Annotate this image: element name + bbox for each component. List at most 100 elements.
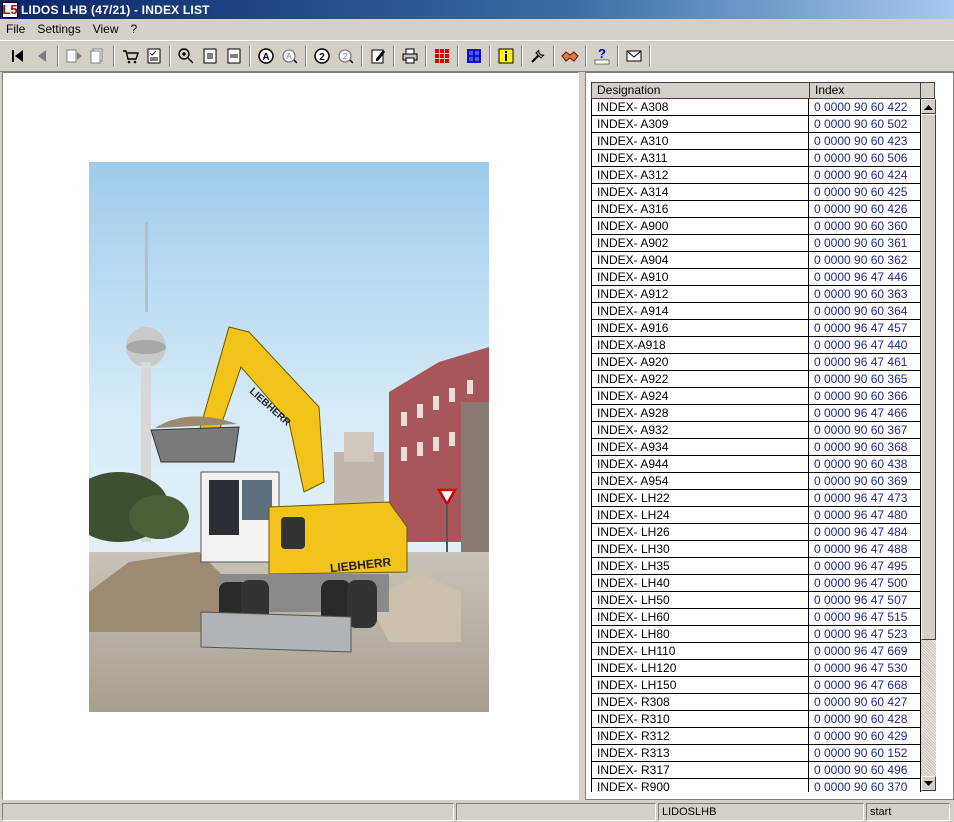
info-icon[interactable] bbox=[495, 45, 517, 67]
edit-note-icon[interactable] bbox=[367, 45, 389, 67]
table-row[interactable]: INDEX- A912 0 0000 90 60 363 bbox=[591, 286, 921, 303]
grid-blue-icon[interactable] bbox=[463, 45, 485, 67]
table-row[interactable]: INDEX- A932 0 0000 90 60 367 bbox=[591, 422, 921, 439]
table-row[interactable]: INDEX- A310 0 0000 90 60 423 bbox=[591, 133, 921, 150]
cell-index: 0 0000 90 60 369 bbox=[809, 473, 921, 489]
table-row[interactable]: INDEX- R308 0 0000 90 60 427 bbox=[591, 694, 921, 711]
cell-designation: INDEX- LH50 bbox=[591, 592, 809, 608]
table-row[interactable]: INDEX- LH120 0 0000 96 47 530 bbox=[591, 660, 921, 677]
table-row[interactable]: INDEX- R310 0 0000 90 60 428 bbox=[591, 711, 921, 728]
table-row[interactable]: INDEX- A920 0 0000 96 47 461 bbox=[591, 354, 921, 371]
print-icon[interactable] bbox=[399, 45, 421, 67]
scroll-down-button[interactable] bbox=[921, 776, 936, 791]
cell-designation: INDEX- A928 bbox=[591, 405, 809, 421]
table-row[interactable]: INDEX- A902 0 0000 90 60 361 bbox=[591, 235, 921, 252]
cell-designation: INDEX- A312 bbox=[591, 167, 809, 183]
table-row[interactable]: INDEX- A904 0 0000 90 60 362 bbox=[591, 252, 921, 269]
previous-page-icon[interactable] bbox=[31, 45, 53, 67]
table-row[interactable]: INDEX- LH110 0 0000 96 47 669 bbox=[591, 643, 921, 660]
checklist-icon[interactable] bbox=[143, 45, 165, 67]
tools-icon[interactable] bbox=[527, 45, 549, 67]
svg-text:A: A bbox=[262, 52, 269, 63]
search-2-next-icon[interactable]: 2 bbox=[335, 45, 357, 67]
cell-index: 0 0000 90 60 424 bbox=[809, 167, 921, 183]
menu-file[interactable]: File bbox=[0, 22, 31, 36]
toolbar-separator bbox=[305, 45, 307, 67]
column-header-designation[interactable]: Designation bbox=[592, 83, 810, 98]
table-row[interactable]: INDEX- R312 0 0000 90 60 429 bbox=[591, 728, 921, 745]
cell-designation: INDEX- LH35 bbox=[591, 558, 809, 574]
table-row[interactable]: INDEX- A916 0 0000 96 47 457 bbox=[591, 320, 921, 337]
table-row[interactable]: INDEX- LH24 0 0000 96 47 480 bbox=[591, 507, 921, 524]
table-row[interactable]: INDEX- A314 0 0000 90 60 425 bbox=[591, 184, 921, 201]
table-row[interactable]: INDEX- A312 0 0000 90 60 424 bbox=[591, 167, 921, 184]
table-row[interactable]: INDEX- LH50 0 0000 96 47 507 bbox=[591, 592, 921, 609]
status-panel-mode: start bbox=[866, 803, 950, 821]
cell-designation: INDEX- LH150 bbox=[591, 677, 809, 693]
table-row[interactable]: INDEX- A311 0 0000 90 60 506 bbox=[591, 150, 921, 167]
table-row[interactable]: INDEX- LH26 0 0000 96 47 484 bbox=[591, 524, 921, 541]
search-2-icon[interactable]: 2 bbox=[311, 45, 333, 67]
table-row[interactable]: INDEX- A954 0 0000 90 60 369 bbox=[591, 473, 921, 490]
table-row[interactable]: INDEX- A316 0 0000 90 60 426 bbox=[591, 201, 921, 218]
vertical-scrollbar[interactable] bbox=[921, 99, 936, 791]
search-a-next-icon[interactable]: A bbox=[279, 45, 301, 67]
table-row[interactable]: INDEX- LH22 0 0000 96 47 473 bbox=[591, 490, 921, 507]
menu-view[interactable]: View bbox=[87, 22, 125, 36]
table-row[interactable]: INDEX- A308 0 0000 90 60 422 bbox=[591, 99, 921, 116]
table-row[interactable]: INDEX- A944 0 0000 90 60 438 bbox=[591, 456, 921, 473]
cell-index: 0 0000 90 60 366 bbox=[809, 388, 921, 404]
table-row[interactable]: INDEX- LH150 0 0000 96 47 668 bbox=[591, 677, 921, 694]
table-row[interactable]: INDEX- LH35 0 0000 96 47 495 bbox=[591, 558, 921, 575]
cell-designation: INDEX- A912 bbox=[591, 286, 809, 302]
table-row[interactable]: INDEX- LH40 0 0000 96 47 500 bbox=[591, 575, 921, 592]
cell-index: 0 0000 90 60 422 bbox=[809, 99, 921, 115]
table-row[interactable]: INDEX- LH30 0 0000 96 47 488 bbox=[591, 541, 921, 558]
table-row[interactable]: INDEX- LH60 0 0000 96 47 515 bbox=[591, 609, 921, 626]
table-row[interactable]: INDEX- LH80 0 0000 96 47 523 bbox=[591, 626, 921, 643]
table-row[interactable]: INDEX- A914 0 0000 90 60 364 bbox=[591, 303, 921, 320]
cell-designation: INDEX- R312 bbox=[591, 728, 809, 744]
table-row[interactable]: INDEX- A309 0 0000 90 60 502 bbox=[591, 116, 921, 133]
cell-index: 0 0000 90 60 496 bbox=[809, 762, 921, 778]
scroll-track[interactable] bbox=[921, 640, 936, 776]
cell-index: 0 0000 96 47 484 bbox=[809, 524, 921, 540]
table-row[interactable]: INDEX- A922 0 0000 90 60 365 bbox=[591, 371, 921, 388]
table-row[interactable]: INDEX- A910 0 0000 96 47 446 bbox=[591, 269, 921, 286]
menu-help[interactable]: ? bbox=[125, 22, 144, 36]
zoom-in-icon[interactable] bbox=[175, 45, 197, 67]
cell-index: 0 0000 90 60 438 bbox=[809, 456, 921, 472]
grid-red-icon[interactable] bbox=[431, 45, 453, 67]
cell-index: 0 0000 90 60 506 bbox=[809, 150, 921, 166]
table-row[interactable]: INDEX- R317 0 0000 90 60 496 bbox=[591, 762, 921, 779]
next-doc-icon[interactable] bbox=[63, 45, 85, 67]
table-row[interactable]: INDEX- R313 0 0000 90 60 152 bbox=[591, 745, 921, 762]
doc-list-icon[interactable] bbox=[87, 45, 109, 67]
cell-index: 0 0000 90 60 364 bbox=[809, 303, 921, 319]
mail-icon[interactable] bbox=[623, 45, 645, 67]
cell-index: 0 0000 96 47 669 bbox=[809, 643, 921, 659]
table-row[interactable]: INDEX- A900 0 0000 90 60 360 bbox=[591, 218, 921, 235]
table-row[interactable]: INDEX-A918 0 0000 96 47 440 bbox=[591, 337, 921, 354]
menu-settings[interactable]: Settings bbox=[31, 22, 86, 36]
cell-index: 0 0000 96 47 488 bbox=[809, 541, 921, 557]
toolbar-separator bbox=[169, 45, 171, 67]
scroll-up-button[interactable] bbox=[921, 99, 936, 114]
search-a-icon[interactable]: A bbox=[255, 45, 277, 67]
lidos-help-icon[interactable]: ? bbox=[591, 45, 613, 67]
handshake-icon[interactable] bbox=[559, 45, 581, 67]
scroll-thumb[interactable] bbox=[921, 114, 936, 640]
table-row[interactable]: INDEX- A928 0 0000 96 47 466 bbox=[591, 405, 921, 422]
column-header-index[interactable]: Index bbox=[810, 83, 921, 98]
table-row[interactable]: INDEX- A934 0 0000 90 60 368 bbox=[591, 439, 921, 456]
fit-width-icon[interactable] bbox=[223, 45, 245, 67]
cell-index: 0 0000 90 60 426 bbox=[809, 201, 921, 217]
cell-index: 0 0000 96 47 495 bbox=[809, 558, 921, 574]
cart-icon[interactable] bbox=[119, 45, 141, 67]
table-row[interactable]: INDEX- A924 0 0000 90 60 366 bbox=[591, 388, 921, 405]
cell-designation: INDEX- LH60 bbox=[591, 609, 809, 625]
fit-page-icon[interactable] bbox=[199, 45, 221, 67]
status-panel-database: LIDOSLHB bbox=[658, 803, 864, 821]
first-page-icon[interactable] bbox=[7, 45, 29, 67]
table-row[interactable]: INDEX- R900 0 0000 90 60 370 bbox=[591, 779, 921, 792]
